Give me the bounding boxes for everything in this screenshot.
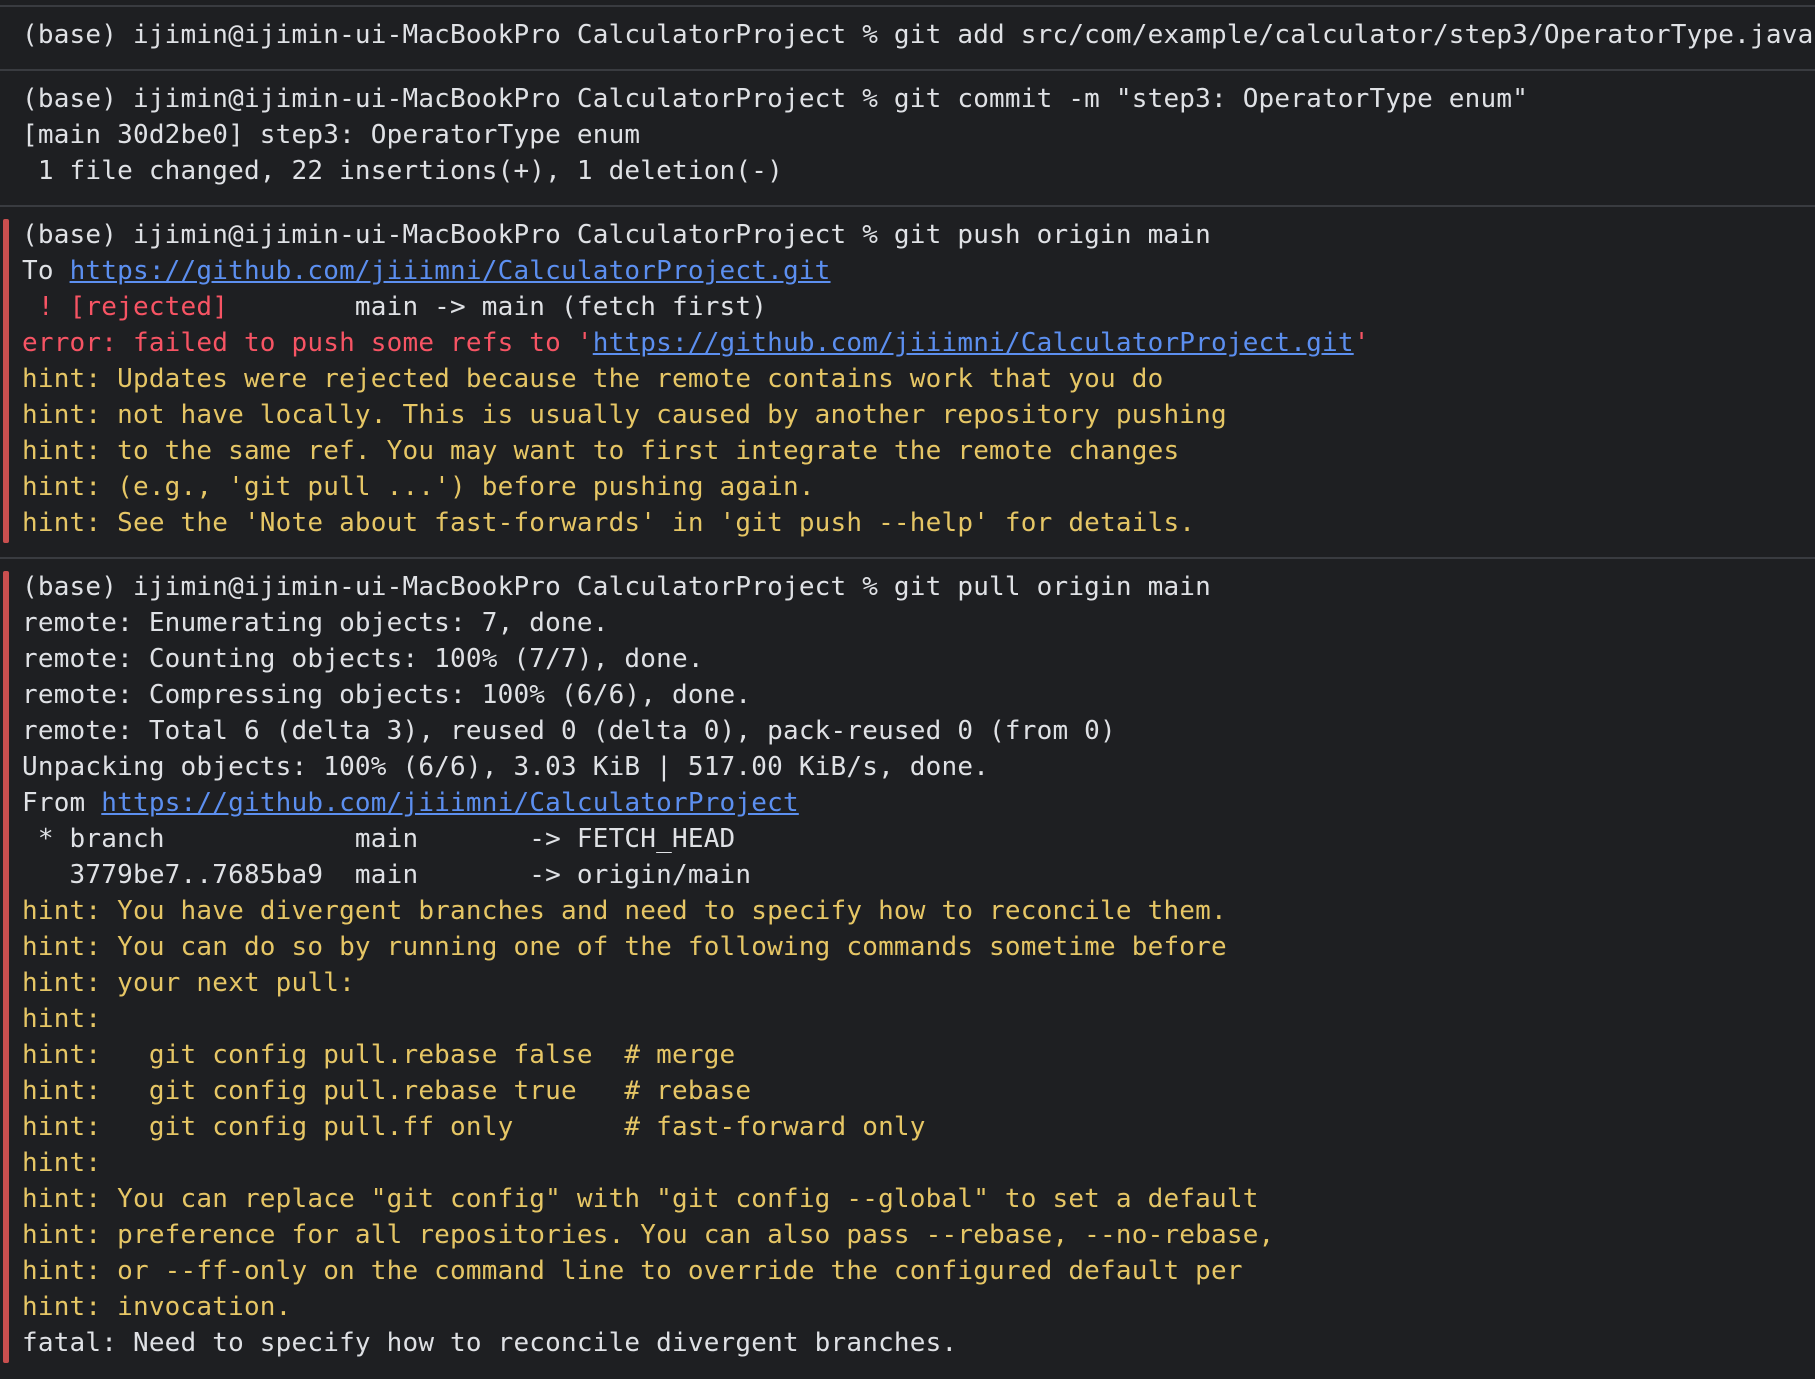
output-line: error: failed to push some refs to 'http… xyxy=(22,325,1370,361)
output-text: Unpacking objects: 100% (6/6), 3.03 KiB … xyxy=(22,752,990,782)
output-text: (base) ijimin@ijimin-ui-MacBookPro Calcu… xyxy=(22,572,1211,602)
command-block[interactable]: (base) ijimin@ijimin-ui-MacBookPro Calcu… xyxy=(0,5,1815,71)
output-text: hint: xyxy=(22,1004,102,1034)
output-line: hint: git config pull.rebase false # mer… xyxy=(22,1037,735,1073)
output-text: hint: git config pull.rebase true # reba… xyxy=(22,1076,752,1106)
command-block[interactable]: (base) ijimin@ijimin-ui-MacBookPro Calcu… xyxy=(0,69,1815,207)
output-text: (base) ijimin@ijimin-ui-MacBookPro Calcu… xyxy=(22,220,1211,250)
output-text: hint: your next pull: xyxy=(22,968,355,998)
output-text: hint: xyxy=(22,1148,102,1178)
output-text: fatal: Need to specify how to reconcile … xyxy=(22,1328,958,1358)
output-line: To https://github.com/jiiimni/Calculator… xyxy=(22,253,831,289)
error-indicator-bar xyxy=(3,219,9,543)
output-text: 1 file changed, 22 insertions(+), 1 dele… xyxy=(22,156,783,186)
output-line: hint: You can do so by running one of th… xyxy=(22,929,1227,965)
output-line: fatal: Need to specify how to reconcile … xyxy=(22,1325,957,1361)
output-text: [main 30d2be0] step3: OperatorType enum xyxy=(22,120,641,150)
output-line: hint: preference for all repositories. Y… xyxy=(22,1217,1274,1253)
command-prompt-line: (base) ijimin@ijimin-ui-MacBookPro Calcu… xyxy=(22,569,1211,605)
output-line: hint: your next pull: xyxy=(22,965,355,1001)
output-text: hint: not have locally. This is usually … xyxy=(22,400,1227,430)
output-line: hint: You have divergent branches and ne… xyxy=(22,893,1227,929)
output-text: From xyxy=(22,788,102,818)
output-line: remote: Total 6 (delta 3), reused 0 (del… xyxy=(22,713,1116,749)
command-block-error[interactable]: (base) ijimin@ijimin-ui-MacBookPro Calcu… xyxy=(0,205,1815,559)
output-line: [main 30d2be0] step3: OperatorType enum xyxy=(22,117,640,153)
output-text: hint: git config pull.ff only # fast-for… xyxy=(22,1112,926,1142)
repo-url-link[interactable]: https://github.com/jiiimni/CalculatorPro… xyxy=(101,788,799,818)
output-text: (base) ijimin@ijimin-ui-MacBookPro Calcu… xyxy=(22,84,1529,114)
output-line: hint: invocation. xyxy=(22,1289,292,1325)
output-text: main -> main (fetch first) xyxy=(228,292,768,322)
output-text: hint: git config pull.rebase false # mer… xyxy=(22,1040,736,1070)
output-text: hint: Updates were rejected because the … xyxy=(22,364,1164,394)
output-text: error: failed to push some refs to ' xyxy=(22,328,593,358)
output-text: remote: Enumerating objects: 7, done. xyxy=(22,608,609,638)
output-line: 1 file changed, 22 insertions(+), 1 dele… xyxy=(22,153,783,189)
output-line: Unpacking objects: 100% (6/6), 3.03 KiB … xyxy=(22,749,989,785)
repo-url-link[interactable]: https://github.com/jiiimni/CalculatorPro… xyxy=(70,256,831,286)
output-text: remote: Total 6 (delta 3), reused 0 (del… xyxy=(22,716,1116,746)
output-text: remote: Compressing objects: 100% (6/6),… xyxy=(22,680,752,710)
output-line: hint: You can replace "git config" with … xyxy=(22,1181,1259,1217)
output-text: ! [rejected] xyxy=(22,292,229,322)
output-line: hint: xyxy=(22,1145,101,1181)
command-prompt-line: (base) ijimin@ijimin-ui-MacBookPro Calcu… xyxy=(22,81,1528,117)
output-line: hint: See the 'Note about fast-forwards'… xyxy=(22,505,1195,541)
output-line: hint: git config pull.rebase true # reba… xyxy=(22,1073,751,1109)
output-text: 3779be7..7685ba9 main -> origin/main xyxy=(22,860,752,890)
output-line: hint: git config pull.ff only # fast-for… xyxy=(22,1109,926,1145)
output-text: (base) ijimin@ijimin-ui-MacBookPro Calcu… xyxy=(22,20,1814,50)
output-line: hint: (e.g., 'git pull ...') before push… xyxy=(22,469,815,505)
output-line: remote: Compressing objects: 100% (6/6),… xyxy=(22,677,751,713)
output-line: ! [rejected] main -> main (fetch first) xyxy=(22,289,767,325)
command-block-error[interactable]: (base) ijimin@ijimin-ui-MacBookPro Calcu… xyxy=(0,557,1815,1379)
terminal-output[interactable]: (base) ijimin@ijimin-ui-MacBookPro Calcu… xyxy=(0,0,1815,1363)
output-line: 3779be7..7685ba9 main -> origin/main xyxy=(22,857,752,893)
output-text: hint: (e.g., 'git pull ...') before push… xyxy=(22,472,815,502)
output-text: hint: invocation. xyxy=(22,1292,292,1322)
output-text: * branch main -> FETCH_HEAD xyxy=(22,824,736,854)
output-text: remote: Counting objects: 100% (7/7), do… xyxy=(22,644,704,674)
output-line: hint: xyxy=(22,1001,101,1037)
output-text: hint: or --ff-only on the command line t… xyxy=(22,1256,1243,1286)
output-line: hint: or --ff-only on the command line t… xyxy=(22,1253,1243,1289)
output-text: hint: You can do so by running one of th… xyxy=(22,932,1227,962)
output-text: To xyxy=(22,256,70,286)
output-line: remote: Enumerating objects: 7, done. xyxy=(22,605,609,641)
repo-url-link[interactable]: https://github.com/jiiimni/CalculatorPro… xyxy=(593,328,1354,358)
output-text: hint: to the same ref. You may want to f… xyxy=(22,436,1180,466)
output-text: hint: You have divergent branches and ne… xyxy=(22,896,1227,926)
output-text: hint: See the 'Note about fast-forwards'… xyxy=(22,508,1196,538)
output-text: hint: preference for all repositories. Y… xyxy=(22,1220,1275,1250)
output-text: ' xyxy=(1353,328,1370,358)
output-line: remote: Counting objects: 100% (7/7), do… xyxy=(22,641,704,677)
command-prompt-line: (base) ijimin@ijimin-ui-MacBookPro Calcu… xyxy=(22,217,1211,253)
command-prompt-line: (base) ijimin@ijimin-ui-MacBookPro Calcu… xyxy=(22,17,1813,53)
output-line: * branch main -> FETCH_HEAD xyxy=(22,821,735,857)
output-line: hint: to the same ref. You may want to f… xyxy=(22,433,1179,469)
output-line: From https://github.com/jiiimni/Calculat… xyxy=(22,785,799,821)
output-text: hint: You can replace "git config" with … xyxy=(22,1184,1259,1214)
error-indicator-bar xyxy=(3,571,9,1363)
output-line: hint: Updates were rejected because the … xyxy=(22,361,1163,397)
output-line: hint: not have locally. This is usually … xyxy=(22,397,1227,433)
